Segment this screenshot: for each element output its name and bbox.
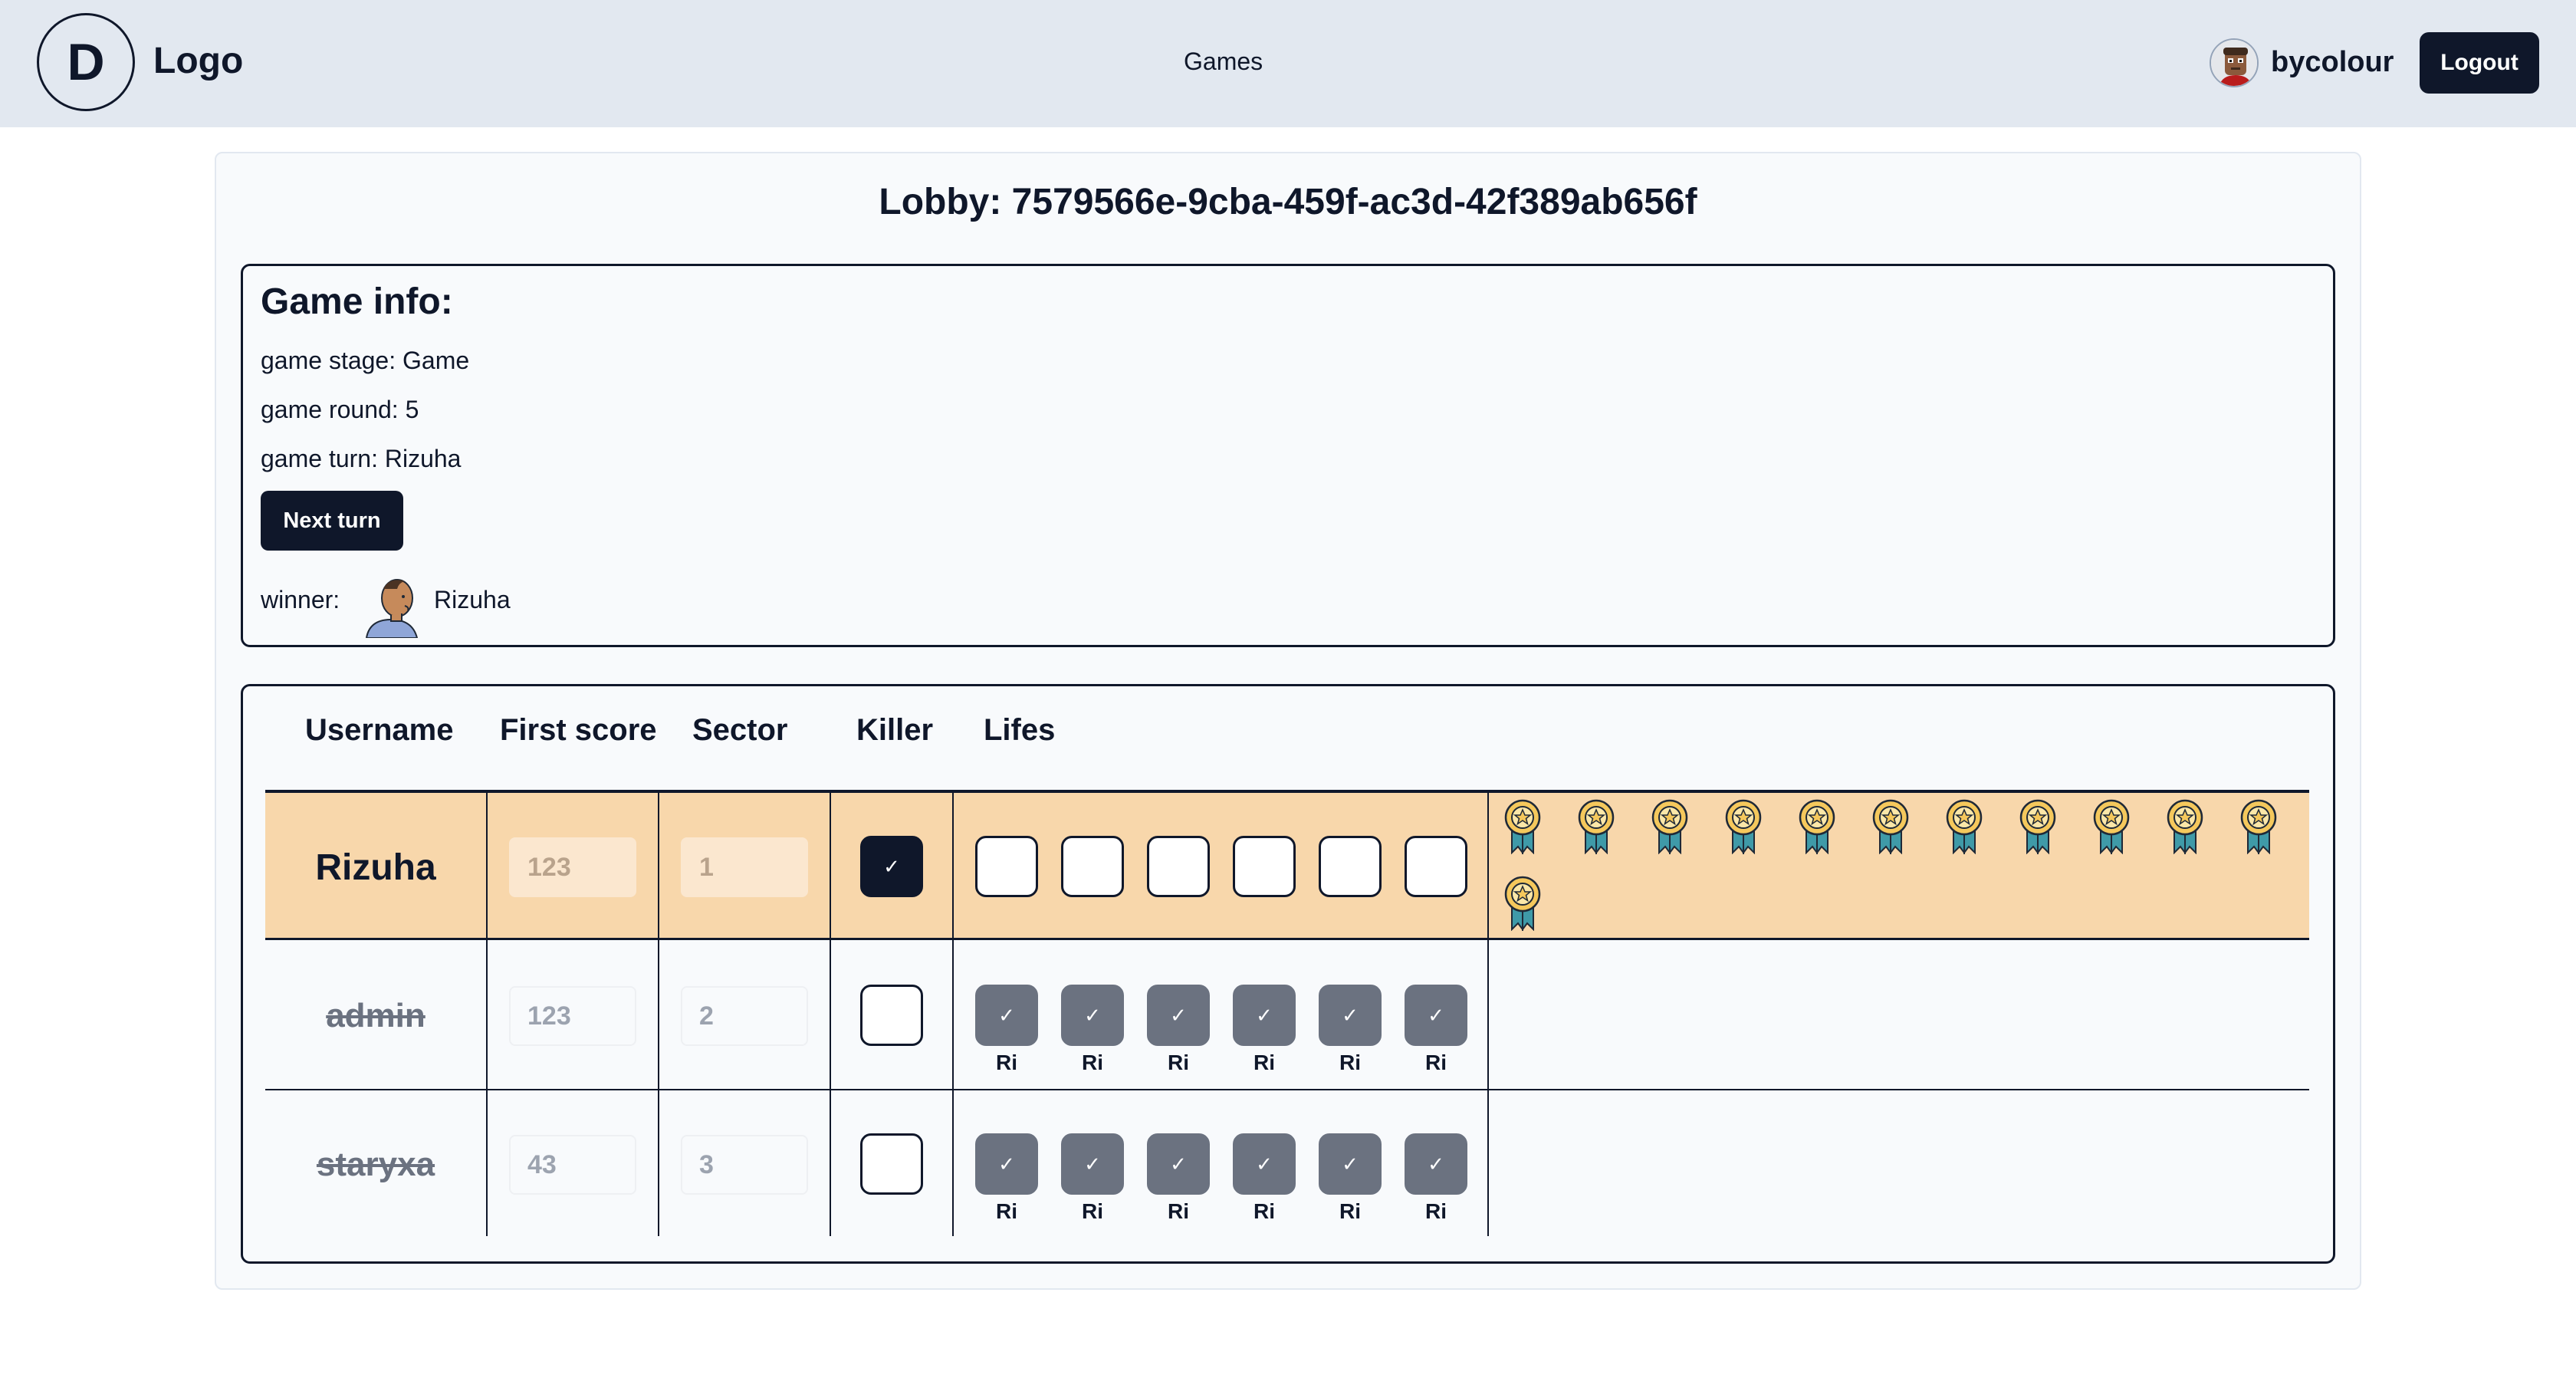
life-checkbox[interactable]: ✓ xyxy=(1061,1133,1124,1195)
next-turn-button[interactable]: Next turn xyxy=(261,491,403,551)
header-username: Username xyxy=(305,713,454,747)
life-checkbox[interactable] xyxy=(1233,836,1296,897)
life-checkbox[interactable]: ✓ xyxy=(1405,1133,1467,1195)
life-checkbox[interactable]: ✓ xyxy=(1319,985,1382,1046)
header-first-score: First score xyxy=(500,713,657,747)
sector-input[interactable]: 3 xyxy=(681,1135,808,1195)
medal-icon xyxy=(2237,799,2280,855)
game-info-title: Game info: xyxy=(261,281,453,322)
life-checkbox[interactable]: ✓ xyxy=(1233,1133,1296,1195)
life-checkbox[interactable]: ✓ xyxy=(1147,985,1210,1046)
game-turn: game turn: Rizuha xyxy=(261,445,462,472)
winner-label: winner: xyxy=(261,586,340,613)
game-info-panel xyxy=(241,264,2335,647)
life-checkbox[interactable] xyxy=(975,836,1038,897)
life-owner-label: Ri xyxy=(1082,1199,1103,1223)
username-cell: admin xyxy=(326,997,426,1034)
logout-button[interactable]: Logout xyxy=(2420,32,2539,94)
life-checkbox[interactable]: ✓ xyxy=(1147,1133,1210,1195)
life-checkbox[interactable] xyxy=(1147,836,1210,897)
life-checkbox[interactable]: ✓ xyxy=(1233,985,1296,1046)
header-lifes: Lifes xyxy=(984,713,1056,747)
life-owner-label: Ri xyxy=(1168,1051,1189,1074)
killer-checkbox[interactable]: ✓ xyxy=(860,836,923,897)
sector-input[interactable]: 1 xyxy=(681,837,808,897)
life-checkbox[interactable] xyxy=(1319,836,1382,897)
winner-avatar-icon xyxy=(365,579,419,639)
user-name[interactable]: bycolour xyxy=(2271,46,2394,79)
medal-icon xyxy=(1869,799,1912,855)
life-owner-label: Ri xyxy=(1168,1199,1189,1223)
header-killer: Killer xyxy=(856,713,934,747)
medal-icon xyxy=(1575,799,1618,855)
header-sector: Sector xyxy=(692,713,788,747)
column-divider xyxy=(830,790,831,1236)
medal-icon xyxy=(1722,799,1765,855)
life-checkbox[interactable]: ✓ xyxy=(975,1133,1038,1195)
column-divider xyxy=(658,790,659,1236)
logo-text[interactable]: Logo xyxy=(153,40,243,82)
medal-icon xyxy=(1648,799,1691,855)
game-stage: game stage: Game xyxy=(261,347,470,374)
life-checkbox[interactable] xyxy=(1061,836,1124,897)
column-divider xyxy=(486,790,488,1236)
first-score-input[interactable]: 43 xyxy=(509,1135,636,1195)
medal-icon xyxy=(2016,799,2059,855)
game-round: game round: 5 xyxy=(261,396,419,423)
top-navbar xyxy=(0,0,2576,127)
nav-link-games[interactable]: Games xyxy=(1184,48,1263,76)
sector-input[interactable]: 2 xyxy=(681,986,808,1046)
killer-checkbox[interactable] xyxy=(860,1133,923,1195)
lobby-title: Lobby: 7579566e-9cba-459f-ac3d-42f389ab6… xyxy=(879,182,1697,222)
life-owner-label: Ri xyxy=(996,1199,1017,1223)
user-avatar[interactable] xyxy=(2210,38,2259,87)
column-divider xyxy=(1487,790,1489,1236)
life-owner-label: Ri xyxy=(996,1051,1017,1074)
logo-letter: D xyxy=(67,33,105,91)
life-checkbox[interactable]: ✓ xyxy=(1319,1133,1382,1195)
life-owner-label: Ri xyxy=(1254,1199,1275,1223)
life-checkbox[interactable]: ✓ xyxy=(1061,985,1124,1046)
life-owner-label: Ri xyxy=(1425,1199,1447,1223)
medal-icon xyxy=(1501,799,1544,855)
logo-icon[interactable]: D xyxy=(37,13,135,111)
medal-icon xyxy=(2164,799,2206,855)
life-owner-label: Ri xyxy=(1339,1051,1361,1074)
winner-avatar xyxy=(363,572,428,639)
medal-icon xyxy=(1796,799,1838,855)
first-score-input[interactable]: 123 xyxy=(509,986,636,1046)
medal-icon xyxy=(2090,799,2133,855)
life-owner-label: Ri xyxy=(1254,1051,1275,1074)
life-checkbox[interactable] xyxy=(1405,836,1467,897)
winner-name: Rizuha xyxy=(434,586,511,613)
first-score-input[interactable]: 123 xyxy=(509,837,636,897)
medal-icon xyxy=(1943,799,1986,855)
username-cell: Rizuha xyxy=(315,847,436,888)
killer-checkbox[interactable] xyxy=(860,985,923,1046)
life-checkbox[interactable]: ✓ xyxy=(1405,985,1467,1046)
life-owner-label: Ri xyxy=(1425,1051,1447,1074)
username-cell: staryxa xyxy=(316,1146,435,1183)
medal-icon xyxy=(1501,876,1544,932)
life-owner-label: Ri xyxy=(1082,1051,1103,1074)
life-checkbox[interactable]: ✓ xyxy=(975,985,1038,1046)
column-divider xyxy=(952,790,954,1236)
life-owner-label: Ri xyxy=(1339,1199,1361,1223)
